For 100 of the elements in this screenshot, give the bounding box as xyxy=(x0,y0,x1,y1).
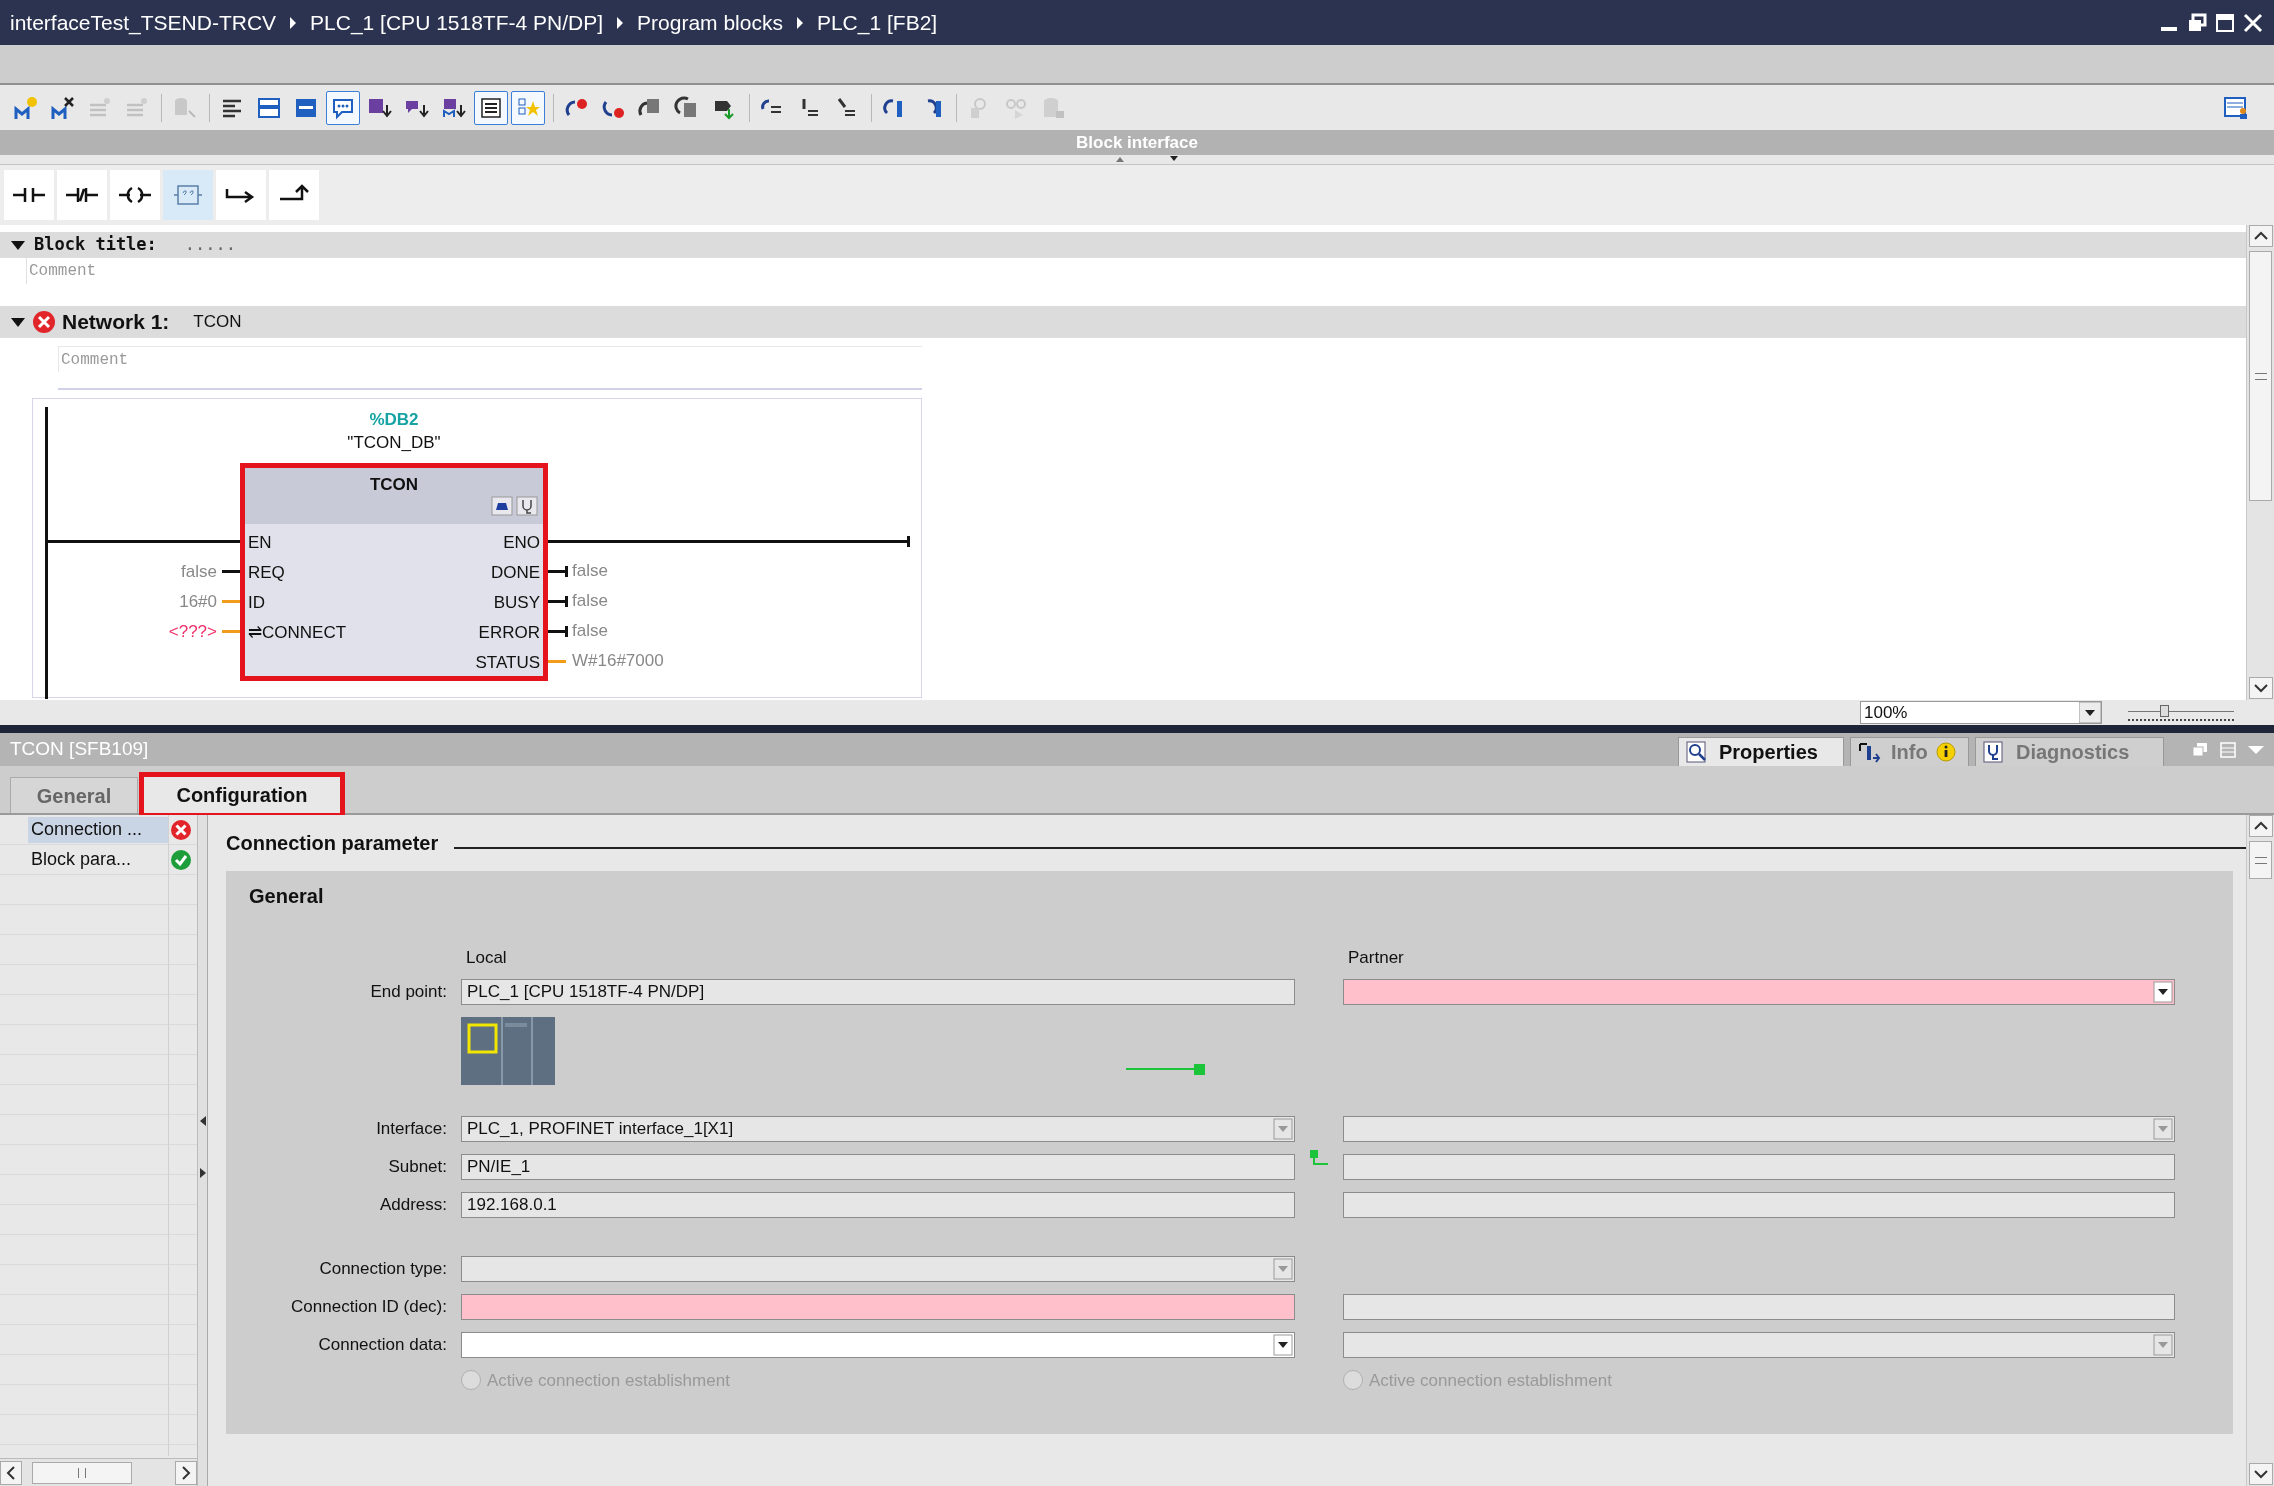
expand-right-icon[interactable] xyxy=(198,1167,207,1179)
pin-label: ENO xyxy=(502,532,540,554)
output-value: false xyxy=(572,620,608,642)
pin-label: EN xyxy=(248,532,272,554)
breadcrumb-item[interactable]: PLC_1 [FB2] xyxy=(816,6,938,39)
section-title: Connection parameter xyxy=(226,831,439,856)
group-title: General xyxy=(249,884,325,909)
wire xyxy=(548,570,566,573)
field-label: Interface: xyxy=(376,1117,447,1140)
zoom-slider[interactable] xyxy=(2128,702,2234,723)
pin-label: REQ xyxy=(248,562,285,584)
magnifier-icon xyxy=(1685,740,1709,764)
input-field[interactable] xyxy=(461,1293,1295,1320)
block-name: TCON xyxy=(368,474,420,496)
block-title-label: Block title: xyxy=(34,233,157,257)
stethoscope-icon xyxy=(1982,740,2006,764)
speech-bubble-button[interactable] xyxy=(326,90,360,125)
scrollbar[interactable] xyxy=(0,1458,197,1486)
input-field[interactable] xyxy=(1343,1153,2175,1180)
scroll-up-icon[interactable] xyxy=(2248,225,2273,247)
collapse-triangle-icon[interactable] xyxy=(10,239,26,251)
wire-end xyxy=(565,596,568,607)
scroll-thumb[interactable] xyxy=(32,1461,132,1484)
field-label: Connection ID (dec): xyxy=(291,1295,447,1318)
panel-tab-label: Diagnostics xyxy=(2016,740,2130,765)
nav-item[interactable]: Connection ... xyxy=(28,816,168,843)
scrollbar[interactable] xyxy=(2246,815,2274,1486)
input-value: 16#0 xyxy=(178,591,217,613)
collapse-triangle-icon[interactable] xyxy=(10,316,26,328)
scroll-thumb[interactable] xyxy=(2249,841,2272,879)
network-label: Network 1: xyxy=(62,309,170,336)
dropdown[interactable] xyxy=(1343,1331,2175,1358)
input-field[interactable]: 192.168.0.1 xyxy=(461,1191,1295,1218)
breadcrumb-arrow-icon xyxy=(794,15,805,30)
dropdown[interactable] xyxy=(461,1255,1295,1282)
output-value: false xyxy=(572,590,608,612)
wire xyxy=(222,570,240,573)
field-label: Subnet: xyxy=(388,1155,447,1178)
panel-tab-label: Properties xyxy=(1719,740,1818,765)
list-button[interactable] xyxy=(474,90,508,125)
negated-contact-button[interactable] xyxy=(57,170,107,220)
breadcrumb-item[interactable]: Program blocks xyxy=(637,6,783,39)
pin-label: ERROR xyxy=(477,622,540,644)
block-title-value: ..... xyxy=(184,233,236,257)
branch-open-button[interactable] xyxy=(216,170,266,220)
maximize-icon[interactable] xyxy=(2214,11,2236,34)
stethoscope-icon[interactable] xyxy=(516,496,538,516)
dropdown[interactable]: PLC_1, PROFINET interface_1[X1] xyxy=(461,1115,1295,1142)
collapse-left-icon[interactable] xyxy=(198,1115,207,1127)
input-field[interactable]: PN/IE_1 xyxy=(461,1153,1295,1180)
pin-label: BUSY xyxy=(492,592,540,614)
network-title: TCON xyxy=(193,311,242,334)
scroll-right-icon[interactable] xyxy=(175,1460,197,1485)
close-icon[interactable] xyxy=(2242,11,2264,34)
pin-label: DONE xyxy=(489,562,540,584)
wire-end xyxy=(565,566,568,577)
dropdown[interactable] xyxy=(1343,1115,2175,1142)
field-label: Connection type: xyxy=(319,1257,447,1280)
breadcrumb-item[interactable]: PLC_1 [CPU 1518TF-4 PN/DP] xyxy=(310,6,604,39)
nav-item[interactable]: Block para... xyxy=(28,846,168,873)
branch-close-button[interactable] xyxy=(269,170,319,220)
breadcrumb-item[interactable]: interfaceTest_TSEND-TRCV xyxy=(10,6,277,39)
pin-label: ID xyxy=(248,592,265,614)
wire xyxy=(222,600,240,603)
wire xyxy=(548,600,566,603)
panel-tab-label: Info xyxy=(1891,740,1928,765)
field-label: Address: xyxy=(379,1193,447,1216)
scroll-down-icon[interactable] xyxy=(2248,1463,2273,1485)
field-label: End point: xyxy=(370,980,447,1003)
slider-thumb[interactable] xyxy=(2160,704,2169,717)
wire xyxy=(548,630,566,633)
restore-icon[interactable] xyxy=(2186,11,2208,34)
input-value: false xyxy=(180,561,217,583)
pin-label: ⇌CONNECT xyxy=(248,622,347,644)
input-field[interactable] xyxy=(1343,1293,2175,1320)
scroll-left-icon[interactable] xyxy=(0,1460,22,1485)
scroll-up-icon[interactable] xyxy=(2248,815,2273,837)
coil-button[interactable] xyxy=(110,170,160,220)
wire-end xyxy=(565,626,568,637)
zoom-value: 100% xyxy=(1863,701,1909,724)
input-field[interactable]: PLC_1 [CPU 1518TF-4 PN/DP] xyxy=(461,978,1295,1005)
column-heading: Partner xyxy=(1347,947,1405,969)
dropdown[interactable] xyxy=(461,1331,1295,1358)
breadcrumb-arrow-icon xyxy=(288,15,299,30)
scrollbar[interactable] xyxy=(2246,225,2274,700)
instance-address: %DB2 xyxy=(368,409,420,431)
input-field[interactable] xyxy=(1343,1191,2175,1218)
wire-end xyxy=(907,536,910,547)
scroll-thumb[interactable] xyxy=(2249,251,2272,501)
panel-tab[interactable]: Properties xyxy=(1678,737,1844,766)
instance-name: "TCON_DB" xyxy=(346,432,442,454)
inspector-title: TCON [SFB109] xyxy=(9,737,149,762)
info-icon xyxy=(1857,740,1881,764)
contact-button[interactable] xyxy=(4,170,54,220)
scroll-down-icon[interactable] xyxy=(2248,677,2273,699)
field-label: Connection data: xyxy=(318,1333,447,1356)
tab[interactable]: General xyxy=(10,777,138,813)
breadcrumb-arrow-icon xyxy=(615,15,626,30)
zoom-dropdown[interactable]: 100% xyxy=(1860,701,2102,724)
panel-title: Block interface xyxy=(1076,131,1198,154)
